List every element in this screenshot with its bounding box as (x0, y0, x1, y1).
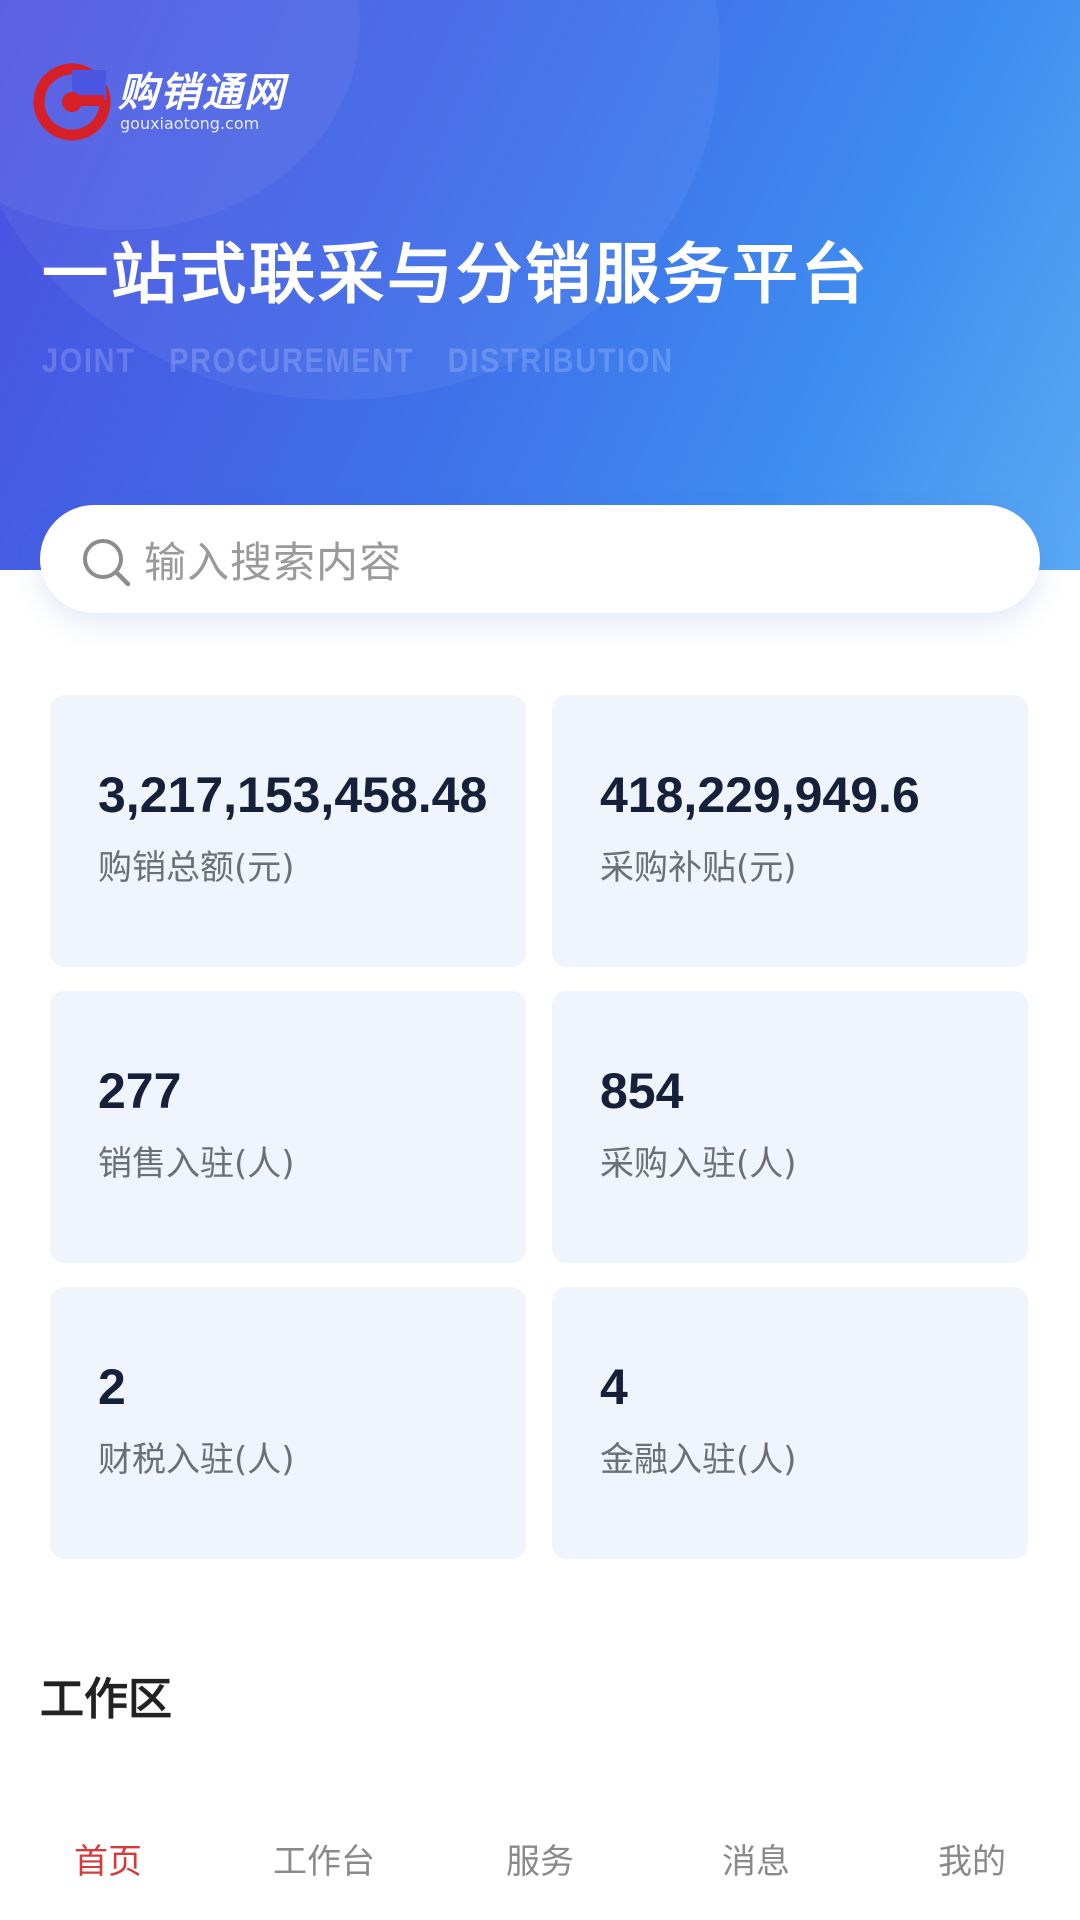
stat-value: 854 (600, 1063, 684, 1119)
stat-label: 财税入驻(人) (98, 1440, 295, 1480)
workspace-section-title: 工作区 (40, 1674, 172, 1725)
stats-grid: 3,217,153,458.48 购销总额(元) 418,229,949.6 采… (50, 695, 1030, 1559)
stat-card-purchase-subsidy[interactable]: 418,229,949.6 采购补贴(元) (552, 695, 1028, 967)
tab-messages[interactable]: 消息 (648, 1830, 864, 1894)
stat-value: 3,217,153,458.48 (98, 767, 488, 823)
tab-workbench[interactable]: 工作台 (216, 1830, 432, 1894)
stat-card-purchase-members[interactable]: 854 采购入驻(人) (552, 991, 1028, 1263)
stat-card-tax-members[interactable]: 2 财税入驻(人) (50, 1287, 526, 1559)
stat-value: 277 (98, 1063, 182, 1119)
stat-value: 418,229,949.6 (600, 767, 920, 823)
tab-services[interactable]: 服务 (432, 1830, 648, 1894)
decorative-circle (0, 0, 720, 400)
search-bar[interactable]: 输入搜索内容 (40, 505, 1040, 613)
tab-profile[interactable]: 我的 (864, 1830, 1080, 1894)
hero-subtitle: JOINT PROCUREMENT DISTRIBUTION (42, 342, 674, 380)
stat-value: 4 (600, 1359, 628, 1415)
bottom-tab-bar: 首页 工作台 服务 消息 我的 (0, 1830, 1080, 1894)
stat-label: 金融入驻(人) (600, 1440, 797, 1480)
logo-name: 购销通网 (118, 69, 286, 116)
stat-label: 采购入驻(人) (600, 1144, 797, 1184)
stat-label: 销售入驻(人) (98, 1144, 295, 1184)
logo-domain: gouxiaotong.com (120, 114, 260, 133)
search-icon (83, 539, 131, 587)
logo-mark-icon (33, 63, 111, 141)
hero-banner: 购销通网 gouxiaotong.com 一站式联采与分销服务平台 JOINT … (0, 0, 1080, 570)
brand-logo[interactable]: 购销通网 gouxiaotong.com (32, 62, 286, 142)
stat-value: 2 (98, 1359, 126, 1415)
hero-title: 一站式联采与分销服务平台 (42, 236, 870, 313)
stat-card-finance-members[interactable]: 4 金融入驻(人) (552, 1287, 1028, 1559)
stat-card-sales-members[interactable]: 277 销售入驻(人) (50, 991, 526, 1263)
stat-label: 购销总额(元) (98, 848, 295, 888)
tab-home[interactable]: 首页 (0, 1830, 216, 1894)
stat-label: 采购补贴(元) (600, 848, 797, 888)
stat-card-total-sales[interactable]: 3,217,153,458.48 购销总额(元) (50, 695, 526, 967)
search-input[interactable]: 输入搜索内容 (144, 529, 402, 590)
